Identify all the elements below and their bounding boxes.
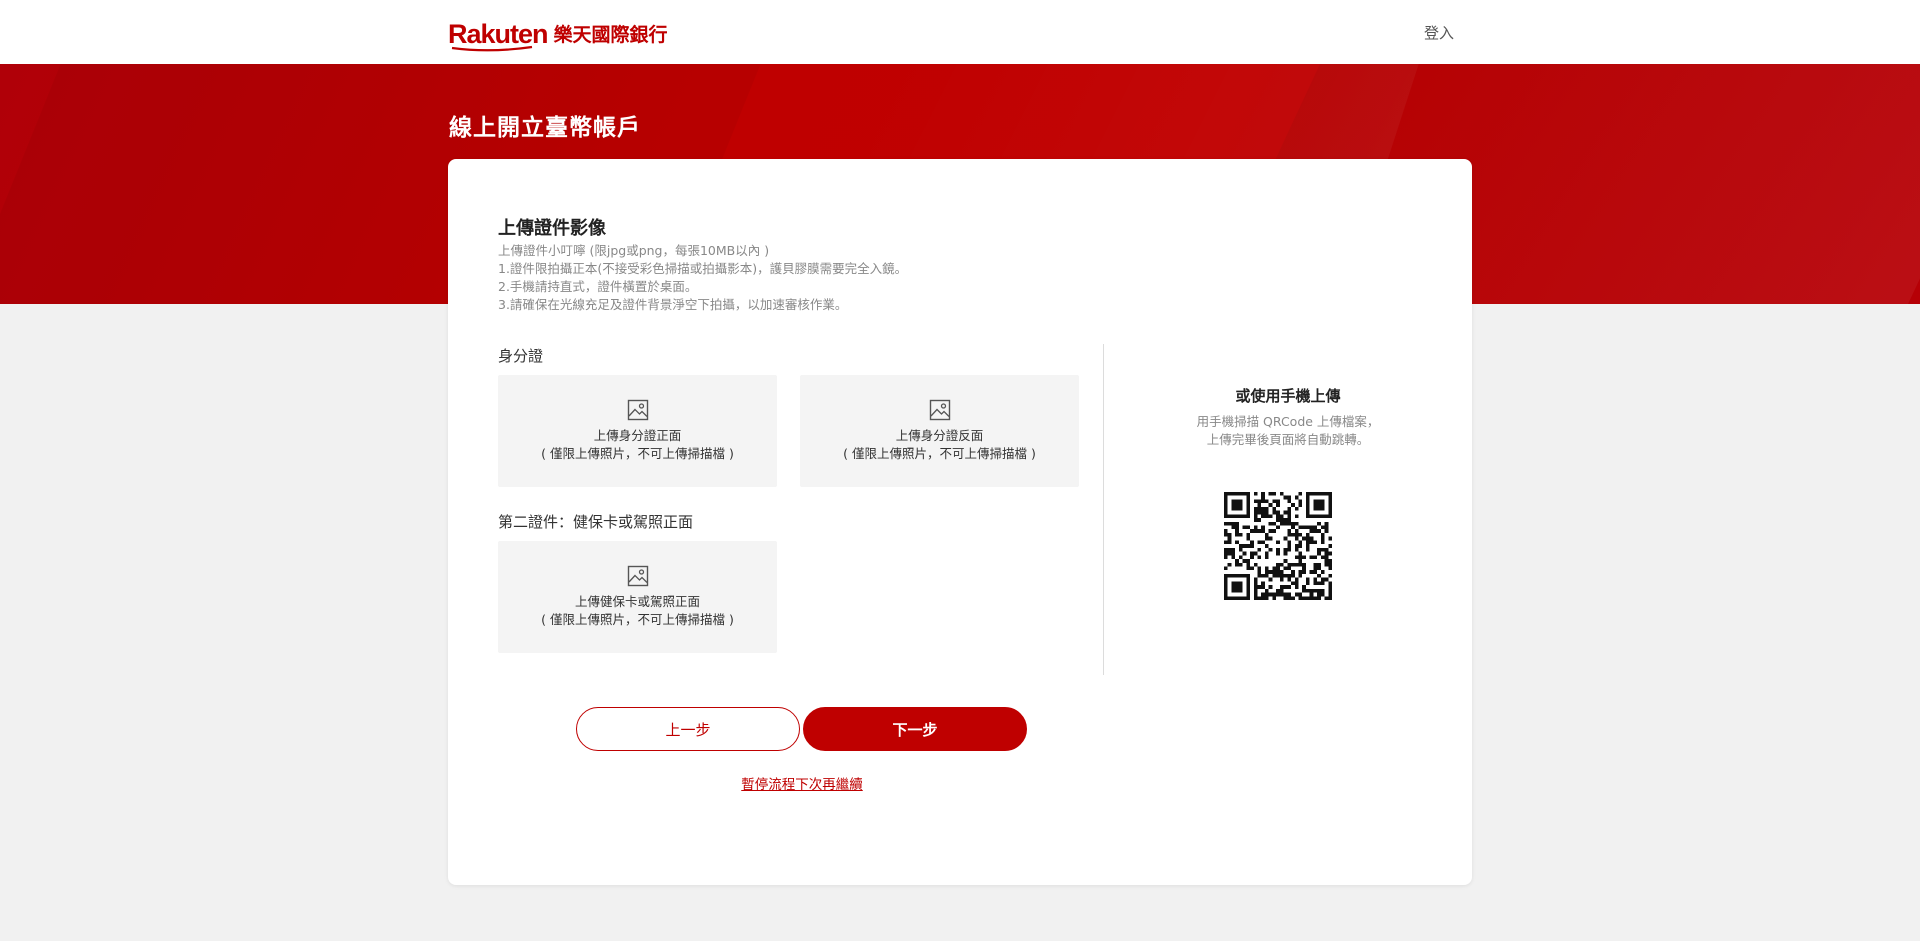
login-link[interactable]: 登入 — [1424, 22, 1454, 43]
rakuten-bank-logo[interactable]: Rakuten 樂天國際銀行 — [448, 18, 668, 52]
note-line: 上傳證件小叮嚀 (限jpg或png，每張10MB以內 ) — [498, 243, 770, 258]
upload-label: 上傳身分證正面 — [593, 428, 682, 443]
upload-card: 上傳證件影像 上傳證件小叮嚀 (限jpg或png，每張10MB以內 ) 1.證件… — [448, 159, 1472, 885]
note-line: 2.手機請持直式，證件橫置於桌面。 — [498, 279, 698, 294]
page-title: 線上開立臺幣帳戶 — [449, 115, 641, 141]
image-icon — [929, 399, 950, 421]
section-title: 上傳證件影像 — [498, 218, 606, 239]
logo-text-zh: 樂天國際銀行 — [553, 24, 668, 46]
id-card-label: 身分證 — [498, 347, 544, 365]
upload-id-front-button[interactable]: 上傳身分證正面 ( 僅限上傳照片，不可上傳掃描檔 ) — [498, 375, 777, 487]
upload-id-back-button[interactable]: 上傳身分證反面 ( 僅限上傳照片，不可上傳掃描檔 ) — [800, 375, 1079, 487]
top-header: Rakuten 樂天國際銀行 登入 — [0, 0, 1920, 64]
next-step-button[interactable]: 下一步 — [803, 707, 1027, 751]
note-line: 3.請確保在光線充足及證件背景淨空下拍攝，以加速審核作業。 — [498, 297, 848, 312]
second-doc-label: 第二證件：健保卡或駕照正面 — [498, 513, 694, 531]
note-line: 1.證件限拍攝正本(不接受彩色掃描或拍攝影本)，護貝膠膜需要完全入鏡。 — [498, 261, 908, 276]
mobile-upload-title: 或使用手機上傳 — [1235, 387, 1341, 405]
desc-line: 用手機掃描 QRCode 上傳檔案， — [1196, 414, 1380, 429]
pause-continue-later-link[interactable]: 暫停流程下次再繼續 — [448, 773, 1156, 793]
upload-hint: ( 僅限上傳照片，不可上傳掃描檔 ) — [843, 446, 1036, 461]
qr-code-image — [1224, 492, 1332, 600]
previous-step-button[interactable]: 上一步 — [576, 707, 800, 751]
upload-label: 上傳身分證反面 — [895, 428, 984, 443]
upload-second-doc-button[interactable]: 上傳健保卡或駕照正面 ( 僅限上傳照片，不可上傳掃描檔 ) — [498, 541, 777, 653]
mobile-upload-desc: 用手機掃描 QRCode 上傳檔案， 上傳完畢後頁面將自動跳轉。 — [1104, 413, 1472, 449]
upload-hint: ( 僅限上傳照片，不可上傳掃描檔 ) — [541, 446, 734, 461]
upload-notes: 上傳證件小叮嚀 (限jpg或png，每張10MB以內 ) 1.證件限拍攝正本(不… — [498, 242, 907, 314]
upload-label: 上傳健保卡或駕照正面 — [574, 594, 700, 609]
logo-swoosh-icon — [451, 45, 533, 52]
desc-line: 上傳完畢後頁面將自動跳轉。 — [1206, 432, 1370, 447]
upload-hint: ( 僅限上傳照片，不可上傳掃描檔 ) — [541, 612, 734, 627]
image-icon — [627, 565, 648, 587]
image-icon — [627, 399, 648, 421]
